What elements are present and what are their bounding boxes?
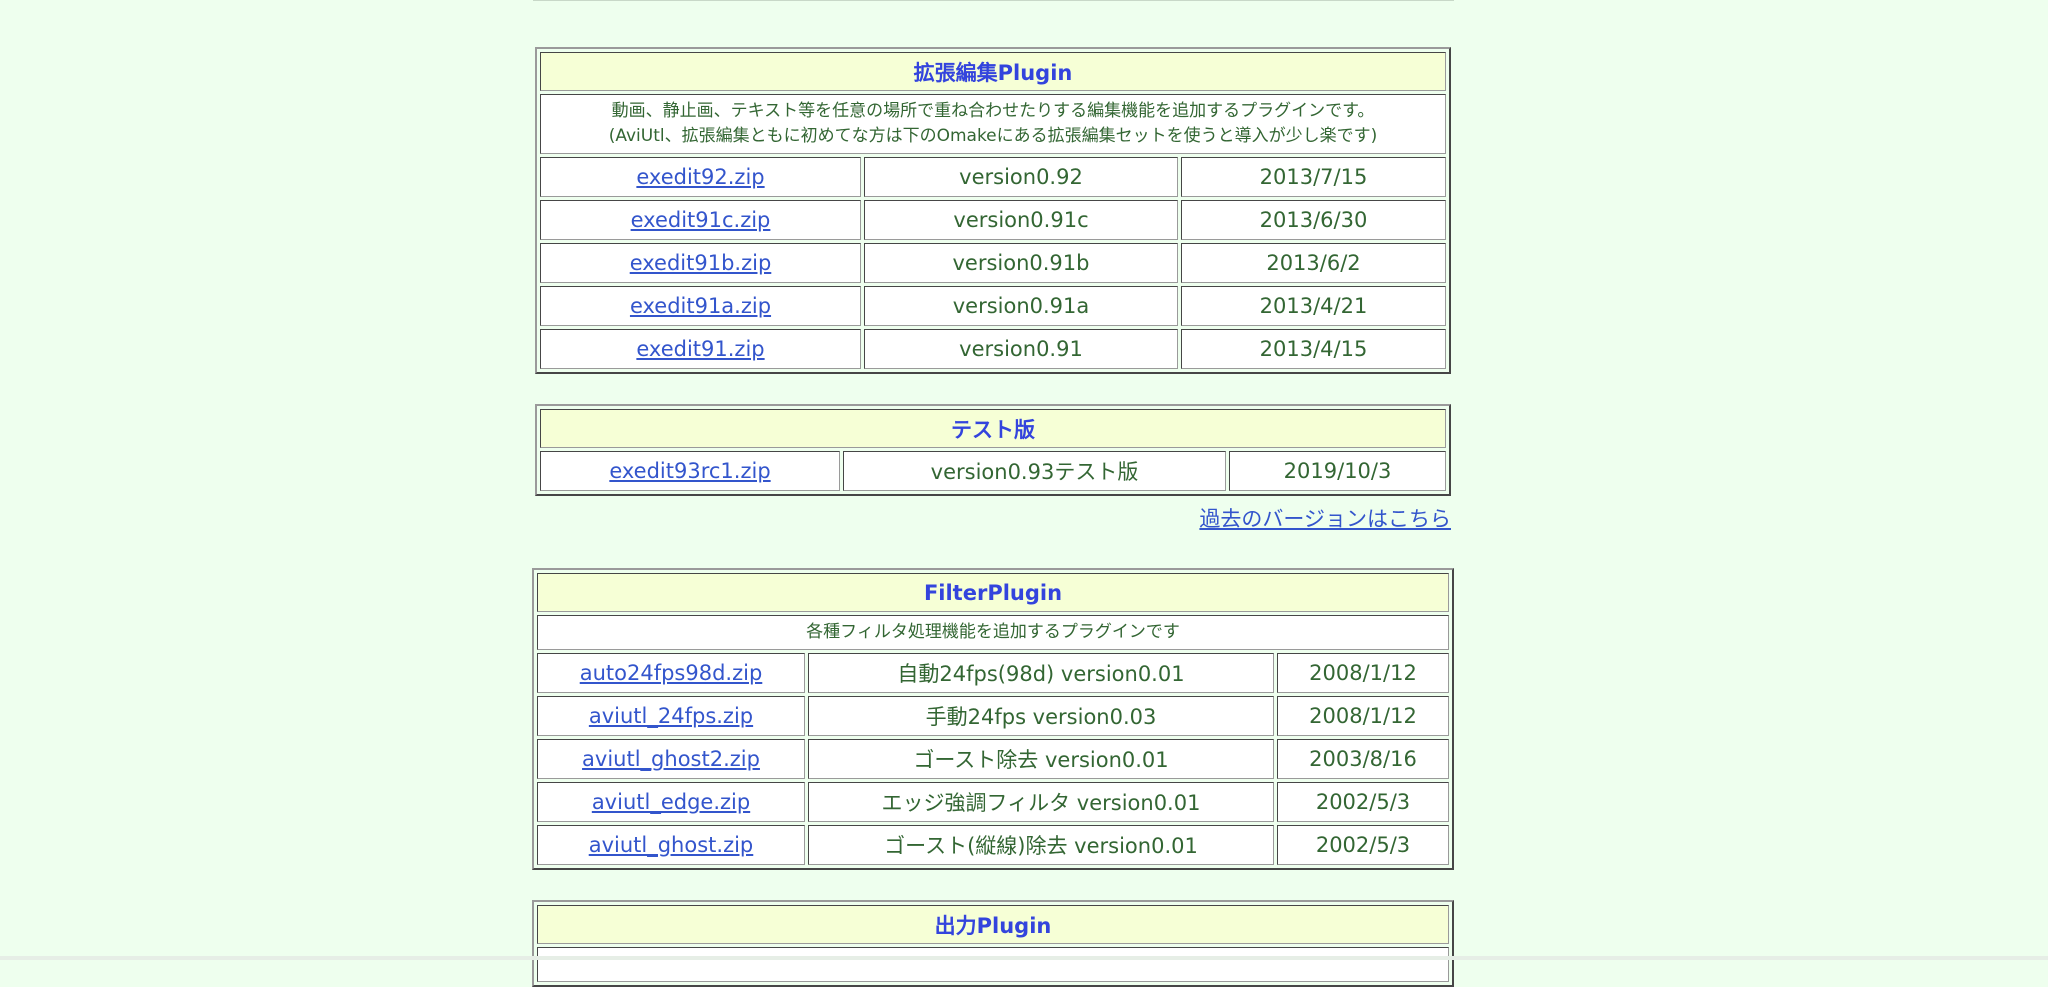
version-cell: version0.91b	[864, 243, 1178, 283]
download-link-aviutl-24fps[interactable]: aviutl_24fps.zip	[589, 704, 753, 728]
bottom-edge	[0, 956, 2048, 960]
table-row: aviutl_edge.zip エッジ強調フィルタ version0.01 20…	[537, 782, 1449, 822]
download-link-exedit92[interactable]: exedit92.zip	[636, 165, 764, 189]
table-row: aviutl_ghost2.zip ゴースト除去 version0.01 200…	[537, 739, 1449, 779]
version-cell: 手動24fps version0.03	[808, 696, 1274, 736]
date-cell: 2013/6/2	[1181, 243, 1446, 283]
date-cell: 2002/5/3	[1277, 782, 1449, 822]
download-link-exedit93rc1[interactable]: exedit93rc1.zip	[609, 459, 770, 483]
download-link-aviutl-ghost[interactable]: aviutl_ghost.zip	[589, 833, 754, 857]
version-cell: ゴースト除去 version0.01	[808, 739, 1274, 779]
table-row: exedit91b.zip version0.91b 2013/6/2	[540, 243, 1446, 283]
download-cell: exedit91c.zip	[540, 200, 861, 240]
output-plugin-description	[537, 947, 1449, 982]
version-cell: 自動24fps(98d) version0.01	[808, 653, 1274, 693]
date-cell: 2019/10/3	[1229, 451, 1447, 491]
download-link-exedit91[interactable]: exedit91.zip	[636, 337, 764, 361]
exedit-plugin-table: 拡張編集Plugin 動画、静止画、テキスト等を任意の場所で重ね合わせたりする編…	[535, 47, 1451, 374]
exedit-description-line1: 動画、静止画、テキスト等を任意の場所で重ね合わせたりする編集機能を追加するプラグ…	[611, 101, 1375, 121]
download-cell: exedit91a.zip	[540, 286, 861, 326]
filter-plugin-description: 各種フィルタ処理機能を追加するプラグインです	[537, 615, 1449, 650]
filter-plugin-title: FilterPlugin	[537, 573, 1449, 612]
exedit-plugin-title: 拡張編集Plugin	[540, 52, 1446, 91]
date-cell: 2013/4/15	[1181, 329, 1446, 369]
download-cell: aviutl_ghost.zip	[537, 825, 805, 865]
date-cell: 2013/6/30	[1181, 200, 1446, 240]
table-row: exedit91c.zip version0.91c 2013/6/30	[540, 200, 1446, 240]
download-cell: aviutl_ghost2.zip	[537, 739, 805, 779]
table-row: auto24fps98d.zip 自動24fps(98d) version0.0…	[537, 653, 1449, 693]
test-version-table: テスト版 exedit93rc1.zip version0.93テスト版 201…	[535, 404, 1452, 496]
download-cell: aviutl_edge.zip	[537, 782, 805, 822]
table-row: aviutl_24fps.zip 手動24fps version0.03 200…	[537, 696, 1449, 736]
download-cell: exedit93rc1.zip	[540, 451, 840, 491]
version-cell: version0.91a	[864, 286, 1178, 326]
output-plugin-table: 出力Plugin	[532, 900, 1454, 987]
download-cell: auto24fps98d.zip	[537, 653, 805, 693]
date-cell: 2008/1/12	[1277, 653, 1449, 693]
date-cell: 2013/7/15	[1181, 157, 1446, 197]
version-cell: エッジ強調フィルタ version0.01	[808, 782, 1274, 822]
download-cell: exedit91.zip	[540, 329, 861, 369]
download-link-exedit91a[interactable]: exedit91a.zip	[630, 294, 771, 318]
output-plugin-title: 出力Plugin	[537, 905, 1449, 944]
download-cell: exedit91b.zip	[540, 243, 861, 283]
past-versions-link[interactable]: 過去のバージョンはこちら	[1199, 503, 1451, 533]
date-cell: 2008/1/12	[1277, 696, 1449, 736]
table-row: exedit92.zip version0.92 2013/7/15	[540, 157, 1446, 197]
test-version-title: テスト版	[540, 409, 1447, 448]
download-link-auto24fps98d[interactable]: auto24fps98d.zip	[580, 661, 763, 685]
version-cell: version0.91	[864, 329, 1178, 369]
exedit-description-line2: (AviUtl、拡張編集ともに初めてな方は下のOmakeにある拡張編集セットを使…	[608, 126, 1378, 146]
download-link-exedit91b[interactable]: exedit91b.zip	[630, 251, 772, 275]
version-cell: version0.93テスト版	[843, 451, 1226, 491]
filter-plugin-table: FilterPlugin 各種フィルタ処理機能を追加するプラグインです auto…	[532, 568, 1454, 870]
table-row: aviutl_ghost.zip ゴースト(縦線)除去 version0.01 …	[537, 825, 1449, 865]
table-row: exedit91.zip version0.91 2013/4/15	[540, 329, 1446, 369]
version-cell: version0.91c	[864, 200, 1178, 240]
download-cell: exedit92.zip	[540, 157, 861, 197]
table-row: exedit91a.zip version0.91a 2013/4/21	[540, 286, 1446, 326]
table-row: exedit93rc1.zip version0.93テスト版 2019/10/…	[540, 451, 1447, 491]
version-cell: ゴースト(縦線)除去 version0.01	[808, 825, 1274, 865]
download-link-aviutl-ghost2[interactable]: aviutl_ghost2.zip	[582, 747, 760, 771]
top-divider	[533, 0, 1454, 1]
date-cell: 2003/8/16	[1277, 739, 1449, 779]
download-link-exedit91c[interactable]: exedit91c.zip	[631, 208, 771, 232]
version-cell: version0.92	[864, 157, 1178, 197]
exedit-plugin-description: 動画、静止画、テキスト等を任意の場所で重ね合わせたりする編集機能を追加するプラグ…	[540, 94, 1446, 154]
date-cell: 2013/4/21	[1181, 286, 1446, 326]
download-cell: aviutl_24fps.zip	[537, 696, 805, 736]
date-cell: 2002/5/3	[1277, 825, 1449, 865]
download-link-aviutl-edge[interactable]: aviutl_edge.zip	[592, 790, 750, 814]
